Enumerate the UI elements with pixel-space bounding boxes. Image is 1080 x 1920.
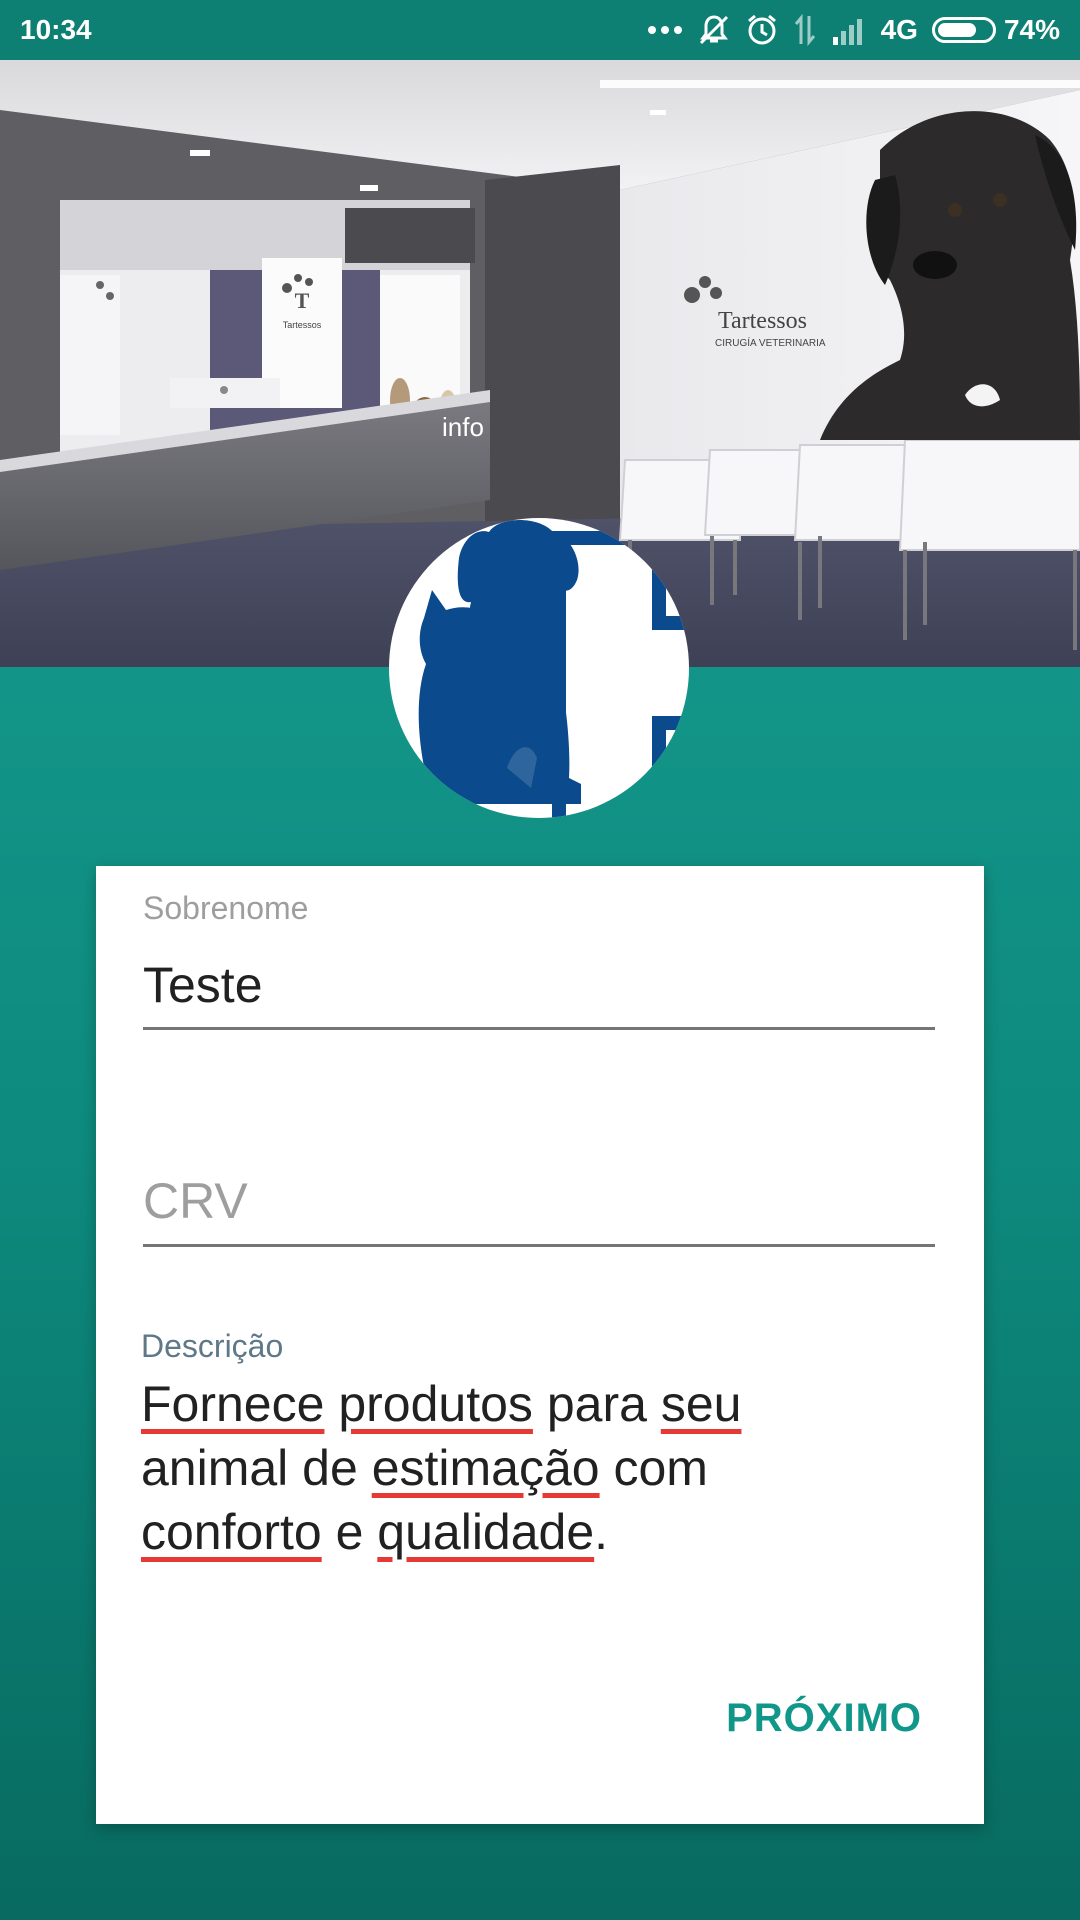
sobrenome-label: Sobrenome [143,890,309,926]
data-arrows-icon [793,14,817,46]
sobrenome-input[interactable]: Teste [143,956,263,1014]
desc-word: estimação [371,1440,600,1496]
desc-word: seu [660,1376,742,1432]
status-bar: 10:34 4G 74% [0,0,1080,60]
network-type: 4G [880,14,918,45]
status-icons: 4G 74% [647,13,1060,47]
signal-icon [831,15,867,45]
battery-percent: 74% [1003,14,1060,45]
vet-logo-icon [418,520,689,818]
register-form-card: Sobrenome Teste CRV Descrição Fornece pr… [96,866,984,1824]
desc-word: produtos [338,1376,533,1432]
mute-icon [697,13,731,47]
desc-word: com [613,1440,708,1496]
wall-sign-subtitle: CIRUGÍA VETERINARIA [715,336,826,349]
battery-body [931,17,996,43]
desc-word: animal de [141,1440,358,1496]
wall-sign-name: Tartessos [718,308,807,334]
desc-word: e [335,1504,364,1560]
crv-input[interactable]: CRV [143,1172,248,1230]
alarm-icon [745,13,779,47]
more-dots-icon [647,25,683,35]
desc-period: . [594,1504,609,1560]
battery-fill [937,23,976,37]
svg-text:T: T [295,288,310,313]
desc-word: conforto [141,1504,322,1560]
status-time: 10:34 [20,14,92,45]
next-button[interactable]: PRÓXIMO [726,1696,922,1741]
app-logo [389,518,689,818]
descricao-label: Descrição [141,1328,284,1364]
desc-word: qualidade [377,1504,595,1560]
desc-word: para [546,1376,647,1432]
crv-underline [143,1244,935,1247]
sobrenome-underline [143,1027,935,1030]
descricao-input[interactable]: Fornece produtos para seu animal de esti… [141,1372,901,1564]
desk-sign-text: Tartessos [283,320,322,330]
desc-word: Fornece [141,1376,325,1432]
battery-icon: 74% [931,14,1060,46]
info-label: info [442,412,484,442]
